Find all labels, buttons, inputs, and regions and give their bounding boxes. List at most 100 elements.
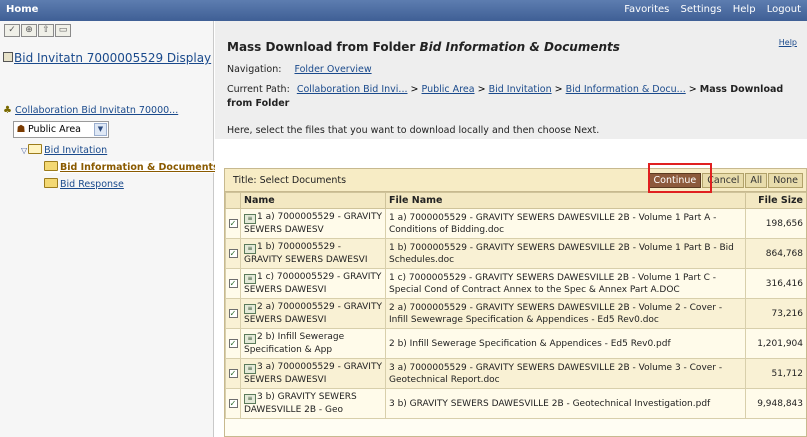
row-filesize: 9,948,843 <box>745 388 806 419</box>
home-link[interactable]: Home <box>6 4 38 15</box>
row-filename: 3 a) 7000005529 - GRAVITY SEWERS DAWESVI… <box>385 358 746 389</box>
navigation-label: Navigation: <box>227 64 282 75</box>
breadcrumb-collaboration[interactable]: Collaboration Bid Invi... <box>297 84 408 95</box>
row-filesize: 316,416 <box>745 268 806 299</box>
folder-icon <box>44 178 58 188</box>
filter-icon[interactable]: ⊕ <box>21 24 37 37</box>
tree-item-label[interactable]: Bid Response <box>60 179 124 190</box>
document-icon: ≡ <box>244 304 256 314</box>
name-column-header[interactable]: Name <box>240 192 386 209</box>
row-filesize: 51,712 <box>745 358 806 389</box>
top-menu: Favorites Settings Help Logout <box>616 4 801 15</box>
tree-item-label[interactable]: Bid Invitation <box>44 145 107 156</box>
row-name[interactable]: 3 a) 7000005529 - GRAVITY SEWERS DAWESVI <box>244 362 382 385</box>
row-name[interactable]: 1 b) 7000005529 - GRAVITY SEWERS DAWESVI <box>244 242 367 265</box>
row-name[interactable]: 3 b) GRAVITY SEWERS DAWESVILLE 2B - Geo <box>244 392 357 415</box>
row-filesize: 1,201,904 <box>745 328 806 359</box>
tree-item-bid-invitation[interactable]: ▽ Bid Invitation <box>21 144 107 156</box>
folder-icon <box>44 161 58 171</box>
row-checkbox[interactable]: ✓ <box>228 368 238 378</box>
page-header: Mass Download from Folder Bid Informatio… <box>215 21 807 139</box>
row-name[interactable]: 1 a) 7000005529 - GRAVITY SEWERS DAWESV <box>244 212 382 235</box>
select-column-header <box>225 192 241 209</box>
tree-item-bid-response[interactable]: Bid Response <box>44 178 124 190</box>
breadcrumb-separator: > <box>688 84 697 95</box>
breadcrumb-bid-information[interactable]: Bid Information & Docu... <box>566 84 686 95</box>
row-checkbox[interactable]: ✓ <box>228 398 238 408</box>
breadcrumb-public-area[interactable]: Public Area <box>422 84 475 95</box>
row-checkbox[interactable]: ✓ <box>228 248 238 258</box>
row-filesize: 198,656 <box>745 208 806 239</box>
documents-table: Title: Select Documents Continue Cancel … <box>224 168 807 437</box>
row-name[interactable]: 1 c) 7000005529 - GRAVITY SEWERS DAWESVI <box>244 272 381 295</box>
document-icon: ≡ <box>244 214 256 224</box>
select-all-button[interactable]: All <box>745 173 768 188</box>
row-checkbox[interactable]: ✓ <box>228 218 238 228</box>
top-bar: Home Favorites Settings Help Logout <box>0 0 807 21</box>
select-none-button[interactable]: None <box>768 173 803 188</box>
favorites-link[interactable]: Favorites <box>624 4 669 15</box>
page-title-prefix: Mass Download from Folder <box>227 40 420 54</box>
settings-link[interactable]: Settings <box>681 4 722 15</box>
tree-item-bid-information[interactable]: Bid Information & Documents <box>44 161 219 173</box>
main-content: Mass Download from Folder Bid Informatio… <box>215 21 807 437</box>
folder-overview-link[interactable]: Folder Overview <box>294 64 371 75</box>
breadcrumb-bid-invitation[interactable]: Bid Invitation <box>489 84 552 95</box>
table-row: ✓ ≡ 1 a) 7000005529 - GRAVITY SEWERS DAWE… <box>225 208 806 239</box>
row-name[interactable]: 2 b) Infill Sewerage Specification & App <box>244 332 344 355</box>
row-filename: 1 c) 7000005529 - GRAVITY SEWERS DAWESVI… <box>385 268 746 299</box>
breadcrumb-separator: > <box>477 84 486 95</box>
help-link[interactable]: Help <box>733 4 756 15</box>
filename-column-header[interactable]: File Name <box>385 192 746 209</box>
row-filesize: 864,768 <box>745 238 806 269</box>
document-icon: ≡ <box>244 394 256 404</box>
left-panel: ✓ ⊕ ⇧ ▭ Bid Invitatn 7000005529 Display … <box>0 21 219 437</box>
collaboration-link[interactable]: ♣ Collaboration Bid Invitatn 70000... <box>3 105 178 116</box>
folder-up-icon[interactable]: ⇧ <box>38 24 54 37</box>
logout-link[interactable]: Logout <box>767 4 801 15</box>
breadcrumb-separator: > <box>410 84 419 95</box>
chevron-down-icon[interactable]: ▼ <box>94 123 107 136</box>
row-filename: 1 b) 7000005529 - GRAVITY SEWERS DAWESVI… <box>385 238 746 269</box>
filesize-column-header[interactable]: File Size <box>745 192 806 209</box>
document-title[interactable]: Bid Invitatn 7000005529 Display <box>3 51 211 65</box>
row-filename: 1 a) 7000005529 - GRAVITY SEWERS DAWESVI… <box>385 208 746 239</box>
row-checkbox[interactable]: ✓ <box>228 338 238 348</box>
row-filesize: 73,216 <box>745 298 806 329</box>
row-name[interactable]: 2 a) 7000005529 - GRAVITY SEWERS DAWESVI <box>244 302 382 325</box>
row-checkbox[interactable]: ✓ <box>228 308 238 318</box>
document-icon: ≡ <box>244 364 256 374</box>
people-icon: ☗ <box>16 124 26 135</box>
check-icon[interactable]: ✓ <box>4 24 20 37</box>
instruction-text: Here, select the files that you want to … <box>227 125 600 136</box>
table-row: ✓ ≡ 2 b) Infill Sewerage Specification & … <box>225 328 806 359</box>
page-title-folder: Bid Information & Documents <box>419 40 620 54</box>
collaboration-label[interactable]: Collaboration Bid Invitatn 70000... <box>15 105 178 116</box>
help-link[interactable]: Help <box>779 38 797 47</box>
left-toolbar: ✓ ⊕ ⇧ ▭ <box>4 24 71 37</box>
document-icon: ≡ <box>244 334 256 344</box>
table-row: ✓ ≡ 2 a) 7000005529 - GRAVITY SEWERS DAWE… <box>225 298 806 329</box>
page-title: Mass Download from Folder Bid Informatio… <box>227 40 620 54</box>
row-checkbox[interactable]: ✓ <box>228 278 238 288</box>
area-select-value: Public Area <box>28 124 81 135</box>
document-icon: ≡ <box>244 274 256 284</box>
continue-highlight-box <box>648 163 712 193</box>
collaboration-icon: ♣ <box>3 105 12 116</box>
tree-item-label[interactable]: Bid Information & Documents <box>60 162 219 173</box>
collapse-icon[interactable]: ▽ <box>21 146 27 155</box>
row-filename: 3 b) GRAVITY SEWERS DAWESVILLE 2B - Geot… <box>385 388 746 419</box>
navigation-row: Navigation: Folder Overview <box>227 64 372 75</box>
table-row: ✓ ≡ 3 a) 7000005529 - GRAVITY SEWERS DAWE… <box>225 358 806 389</box>
folder-icon[interactable]: ▭ <box>55 24 71 37</box>
row-filename: 2 b) Infill Sewerage Specification & App… <box>385 328 746 359</box>
table-row: ✓ ≡ 3 b) GRAVITY SEWERS DAWESVILLE 2B - G… <box>225 388 806 419</box>
document-icon: ≡ <box>244 244 256 254</box>
area-select[interactable]: ☗ Public Area ▼ <box>13 121 109 138</box>
row-filename: 2 a) 7000005529 - GRAVITY SEWERS DAWESVI… <box>385 298 746 329</box>
table-title: Title: Select Documents <box>233 175 347 186</box>
document-icon <box>3 52 13 62</box>
breadcrumb: Current Path: Collaboration Bid Invi... … <box>227 83 797 111</box>
document-title-text: Bid Invitatn 7000005529 Display <box>14 51 212 65</box>
table-toolbar: Title: Select Documents Continue Cancel … <box>225 169 806 192</box>
